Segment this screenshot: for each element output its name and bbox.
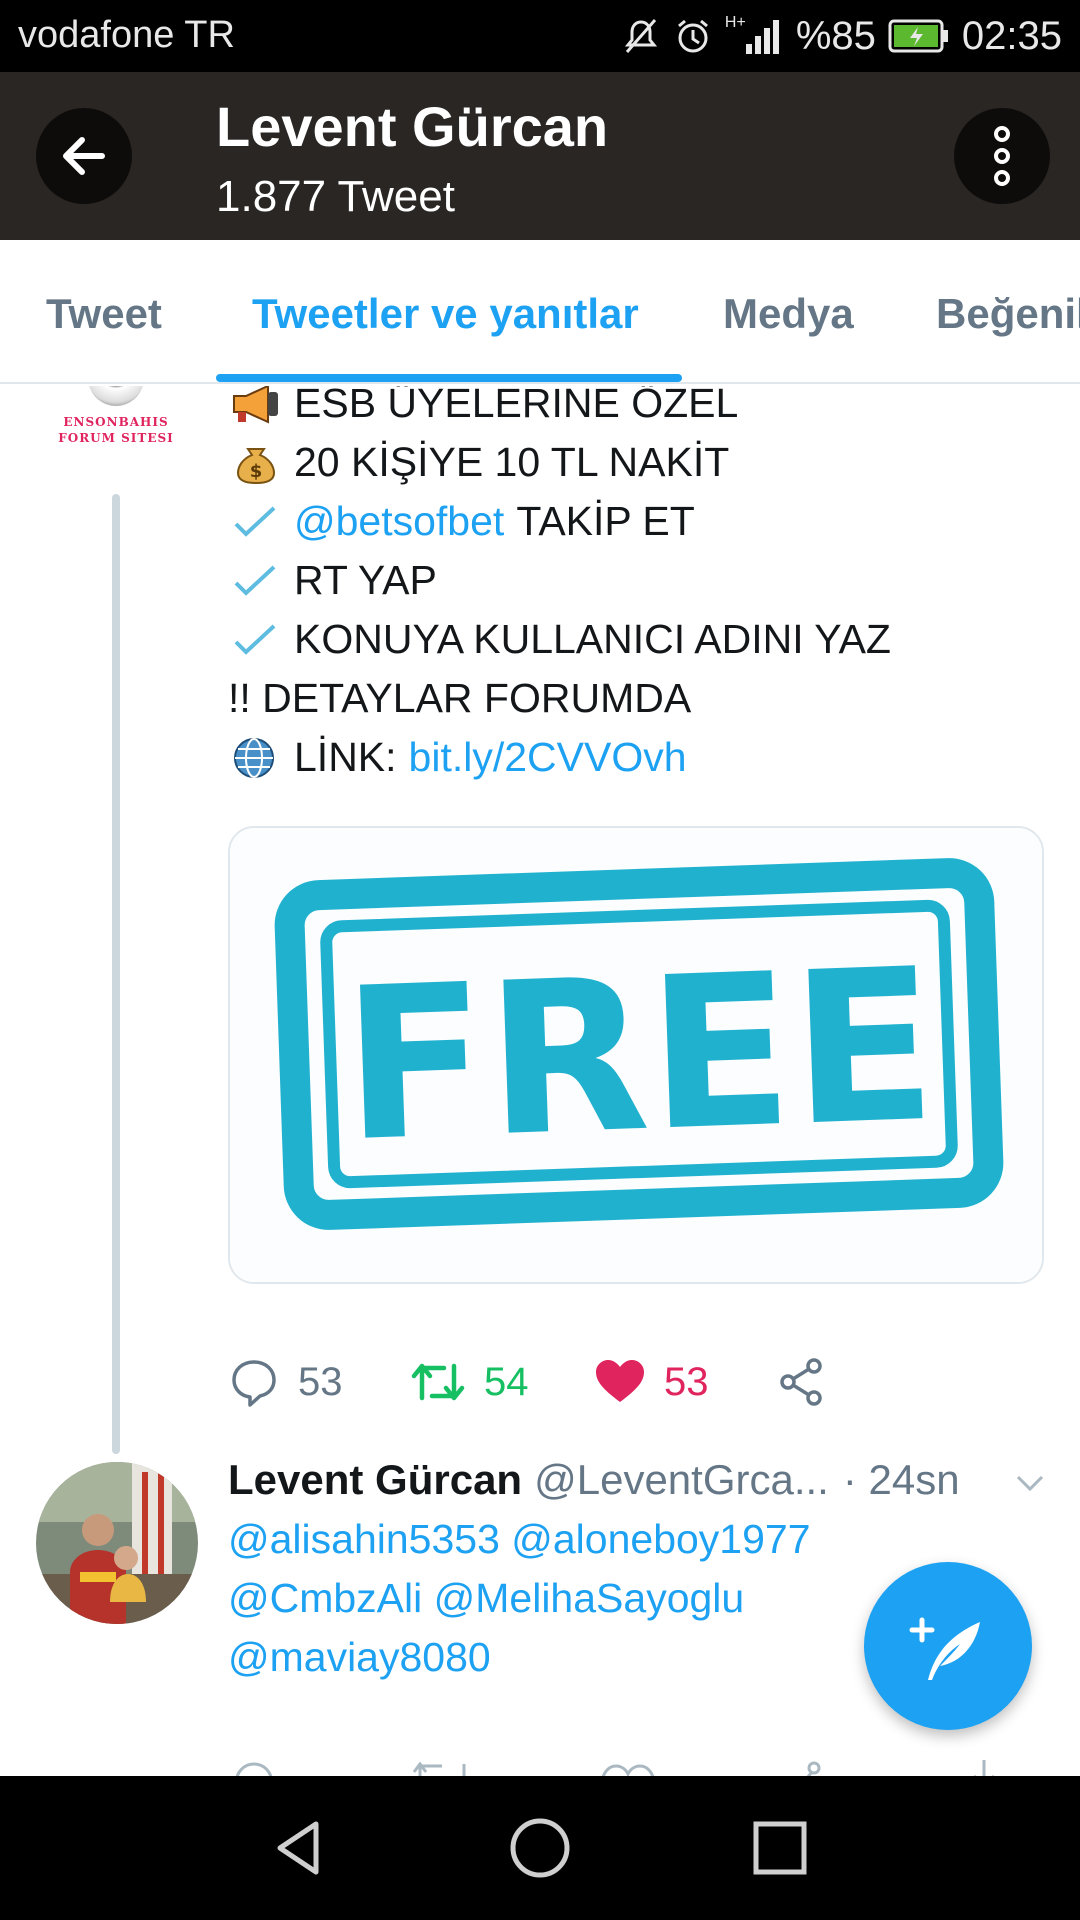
mention-link[interactable]: @betsofbet: [294, 492, 504, 551]
back-arrow-icon: [63, 137, 105, 175]
money-bag-icon: $: [236, 447, 276, 484]
status-icons: H+ %85 02:35: [621, 12, 1062, 60]
author-handle[interactable]: @LeventGrca...: [534, 1456, 829, 1504]
system-nav-bar: [0, 1776, 1080, 1920]
share-button[interactable]: [776, 1342, 828, 1422]
heart-icon: [596, 1360, 644, 1402]
thread-connector: [112, 494, 120, 1454]
url-link[interactable]: bit.ly/2CVVOvh: [409, 728, 687, 787]
tweet-image[interactable]: FREE: [228, 826, 1044, 1284]
nav-back-icon: [277, 1821, 319, 1875]
nav-home-button[interactable]: [504, 1812, 576, 1884]
tweet-header: Levent Gürcan @LeventGrca... · 24sn: [228, 1450, 1048, 1510]
tweet-time: · 24sn: [842, 1456, 960, 1503]
megaphone-icon: [233, 386, 278, 424]
tweet-line: !! DETAYLAR FORUMDA: [228, 675, 692, 721]
like-button[interactable]: 53: [594, 1342, 709, 1422]
tweet-actions-partial: [228, 1754, 1048, 1776]
nav-home-icon: [510, 1818, 570, 1878]
stamp-text: FREE: [339, 923, 939, 1189]
avatar-brand-text: ENSONBAHIS FORUM SITESI: [58, 415, 174, 445]
page-title: Levent Gürcan: [216, 95, 609, 158]
tab-tweet[interactable]: Tweet: [46, 290, 162, 338]
tweet-line: RT YAP: [228, 551, 1048, 610]
share-icon: [780, 1358, 822, 1406]
chevron-down-icon[interactable]: [1012, 1464, 1048, 1500]
compose-icon: [909, 1617, 980, 1680]
tweet-line: @betsofbet TAKİP ET: [228, 492, 1048, 551]
globe-icon: [234, 737, 274, 778]
reply-icon: [232, 1360, 276, 1407]
retweet-count: 54: [484, 1359, 529, 1404]
active-tab-indicator: [216, 374, 682, 382]
reply-button[interactable]: 53: [228, 1342, 343, 1422]
tab-likes[interactable]: Beğeniler: [936, 290, 1080, 338]
nav-recents-button[interactable]: [744, 1812, 816, 1884]
action-icons-cut-off: [235, 1760, 994, 1776]
clock: 02:35: [961, 13, 1062, 58]
back-button[interactable]: [36, 108, 132, 204]
nav-recents-icon: [753, 1821, 807, 1875]
carrier-name: vodafone TR: [18, 14, 235, 56]
reply-count: 53: [298, 1359, 343, 1404]
like-count: 53: [664, 1359, 709, 1404]
retweet-button[interactable]: 54: [410, 1342, 529, 1422]
free-stamp-image: FREE: [230, 828, 1042, 1282]
tweet-line: $ 20 KİŞİYE 10 TL NAKİT: [228, 433, 1048, 492]
more-vertical-icon: [994, 126, 1010, 186]
signal-icon: [745, 20, 779, 54]
tweet-text[interactable]: ESB ÜYELERİNE ÖZEL $ 20 KİŞİYE 10 TL NAK…: [228, 386, 1048, 787]
battery-percent: %85: [795, 13, 876, 58]
check-mark-icon: [234, 565, 276, 596]
check-mark-icon: [234, 506, 276, 537]
battery-icon: [888, 19, 948, 53]
profile-photo: [36, 1462, 198, 1624]
avatar[interactable]: [36, 1462, 198, 1624]
status-bar: vodafone TR H+ %85 02:35: [0, 0, 1080, 72]
alarm-icon: [677, 19, 708, 53]
tweet-line: KONUYA KULLANICI ADINI YAZ: [228, 610, 1048, 669]
compose-tweet-button[interactable]: [864, 1562, 1032, 1730]
check-mark-icon: [234, 624, 276, 655]
profile-tabs: Tweet Tweetler ve yanıtlar Medya Beğenil…: [0, 240, 1080, 384]
tweet-count: 1.877 Tweet: [216, 172, 455, 221]
mute-icon: [624, 19, 658, 53]
football-icon: [88, 386, 144, 406]
tweet-line: LİNK: bit.ly/2CVVOvh: [228, 728, 1048, 787]
retweet-icon: [411, 1363, 465, 1401]
avatar[interactable]: ENSONBAHIS FORUM SITESI: [50, 386, 182, 476]
mention-link[interactable]: @alisahin5353 @aloneboy1977: [228, 1510, 1048, 1569]
tab-media[interactable]: Medya: [723, 290, 854, 338]
nav-back-button[interactable]: [264, 1812, 336, 1884]
tweet-actions: 53 54 53: [228, 1342, 1048, 1422]
more-options-button[interactable]: [954, 108, 1050, 204]
tab-tweets-and-replies[interactable]: Tweetler ve yanıtlar: [252, 290, 639, 338]
author-name[interactable]: Levent Gürcan: [228, 1456, 522, 1504]
svg-text:$: $: [250, 461, 263, 482]
network-type: H+: [724, 14, 746, 31]
tweet-line: ESB ÜYELERİNE ÖZEL: [228, 386, 1048, 433]
profile-header: Levent Gürcan 1.877 Tweet: [0, 72, 1080, 240]
